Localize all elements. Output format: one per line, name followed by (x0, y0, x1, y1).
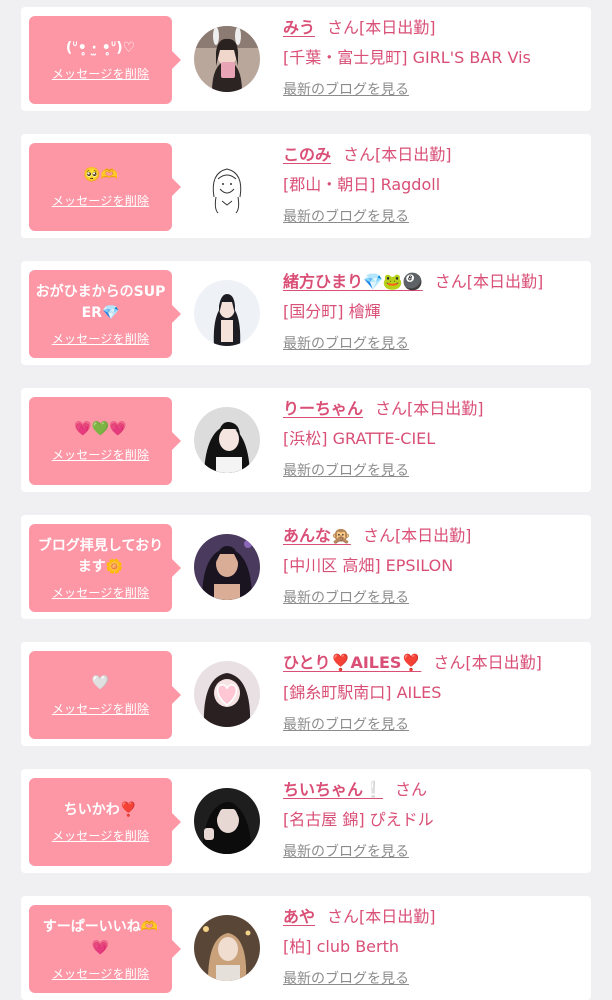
message-text: ブログ拝見しております🌼 (37, 537, 164, 575)
name-row: このみ さん[本日出勤] (283, 142, 583, 168)
delete-message-link[interactable]: メッセージを削除 (52, 584, 149, 601)
avatar-illustration-icon (194, 153, 260, 219)
shop-name: [錦糸町駅南口] AILES (283, 683, 442, 702)
avatar-photo-icon (194, 26, 260, 92)
message-card: ちいかわ❣️ メッセージを削除 ちいちゃん❕ さん [名古屋 錦] ぴえドル 最新… (21, 769, 591, 873)
cast-status: さん[本日出勤] (327, 18, 436, 37)
message-bubble: ブログ拝見しております🌼 メッセージを削除 (29, 524, 181, 612)
cast-info: ひとり❣️AILES❣️ さん[本日出勤] [錦糸町駅南口] AILES 最新のブ… (283, 650, 583, 736)
cast-name-link[interactable]: あや (283, 907, 315, 926)
name-row: ちいちゃん❕ さん (283, 777, 583, 803)
shop-name: [国分町] 檜輝 (283, 302, 381, 321)
cast-status: さん[本日出勤] (375, 399, 484, 418)
cast-info: このみ さん[本日出勤] [郡山・朝日] Ragdoll 最新のブログを見る (283, 142, 583, 228)
message-text: 🤍 (91, 675, 110, 691)
shop-name: [名古屋 錦] ぴえドル (283, 810, 434, 829)
name-row: 緒方ひまり💎🐸🎱 さん[本日出勤] (283, 269, 583, 295)
message-text: おがひまからのSUPER💎 (35, 283, 166, 321)
message-card: 💗💚💗 メッセージを削除 りーちゃん さん[本日出勤] [浜松] GRATTE-C… (21, 388, 591, 492)
name-row: ひとり❣️AILES❣️ さん[本日出勤] (283, 650, 583, 676)
cast-status: さん[本日出勤] (327, 907, 436, 926)
name-row: あや さん[本日出勤] (283, 904, 583, 930)
message-bubble: 💗💚💗 メッセージを削除 (29, 397, 181, 485)
message-text: すーぱーいいね🫶💗 (42, 918, 159, 956)
cast-info: あんな🙊 さん[本日出勤] [中川区 高畑] EPSILON 最新のブログを見る (283, 523, 583, 609)
delete-message-link[interactable]: メッセージを削除 (52, 330, 149, 347)
latest-blog-link[interactable]: 最新のブログを見る (283, 841, 409, 863)
avatar-photo-icon (194, 534, 260, 600)
avatar[interactable] (194, 788, 260, 854)
message-card: すーぱーいいね🫶💗 メッセージを削除 あや さん[本日出勤] [柏] club B… (21, 896, 591, 1000)
message-bubble: 🥺🫶 メッセージを削除 (29, 143, 181, 231)
avatar[interactable] (194, 915, 260, 981)
name-row: りーちゃん さん[本日出勤] (283, 396, 583, 422)
message-card: 🥺🫶 メッセージを削除 このみ さん[本日出勤] [郡山・朝日] Ragdoll … (21, 134, 591, 238)
avatar[interactable] (194, 534, 260, 600)
latest-blog-link[interactable]: 最新のブログを見る (283, 333, 409, 355)
latest-blog-link[interactable]: 最新のブログを見る (283, 968, 409, 990)
message-bubble: おがひまからのSUPER💎 メッセージを削除 (29, 270, 181, 358)
name-row: みう さん[本日出勤] (283, 15, 583, 41)
message-card: (ᐡ•̥ ·̫ •̥ᐡ)♡ メッセージを削除 みう さん[本日出勤] [千葉・富士… (21, 7, 591, 111)
delete-message-link[interactable]: メッセージを削除 (52, 700, 149, 717)
message-bubble: (ᐡ•̥ ·̫ •̥ᐡ)♡ メッセージを削除 (29, 16, 181, 104)
delete-message-link[interactable]: メッセージを削除 (52, 965, 149, 982)
message-bubble: ちいかわ❣️ メッセージを削除 (29, 778, 181, 866)
delete-message-link[interactable]: メッセージを削除 (52, 446, 149, 463)
avatar-photo-icon (194, 280, 260, 346)
latest-blog-link[interactable]: 最新のブログを見る (283, 79, 409, 101)
avatar[interactable] (194, 661, 260, 727)
cast-info: あや さん[本日出勤] [柏] club Berth 最新のブログを見る (283, 904, 583, 990)
avatar[interactable] (194, 26, 260, 92)
avatar[interactable] (194, 407, 260, 473)
avatar-photo-icon (194, 407, 260, 473)
message-text: ちいかわ❣️ (63, 802, 138, 818)
shop-name: [郡山・朝日] Ragdoll (283, 175, 441, 194)
delete-message-link[interactable]: メッセージを削除 (52, 65, 149, 82)
avatar[interactable] (194, 280, 260, 346)
cast-name-link[interactable]: このみ (283, 145, 331, 164)
message-text: 🥺🫶 (83, 167, 118, 183)
message-bubble: 🤍 メッセージを削除 (29, 651, 181, 739)
delete-message-link[interactable]: メッセージを削除 (52, 192, 149, 209)
avatar[interactable] (194, 153, 260, 219)
cast-info: りーちゃん さん[本日出勤] [浜松] GRATTE-CIEL 最新のブログを見る (283, 396, 583, 482)
shop-name: [柏] club Berth (283, 937, 400, 956)
shop-name: [千葉・富士見町] GIRL'S BAR Vis (283, 48, 531, 67)
cast-name-link[interactable]: りーちゃん (283, 399, 363, 418)
cast-status: さん (394, 780, 427, 799)
latest-blog-link[interactable]: 最新のブログを見る (283, 714, 409, 736)
cast-name-link[interactable]: みう (283, 18, 315, 37)
message-card: 🤍 メッセージを削除 ひとり❣️AILES❣️ さん[本日出勤] [錦糸町駅南口]… (21, 642, 591, 746)
message-text: (ᐡ•̥ ·̫ •̥ᐡ)♡ (65, 40, 136, 56)
shop-name: [中川区 高畑] EPSILON (283, 556, 454, 575)
cast-name-link[interactable]: ちいちゃん❕ (283, 780, 383, 799)
message-card: ブログ拝見しております🌼 メッセージを削除 あんな🙊 さん[本日出勤] [中川区 … (21, 515, 591, 619)
cast-status: さん[本日出勤] (433, 653, 542, 672)
shop-name: [浜松] GRATTE-CIEL (283, 429, 436, 448)
message-bubble: すーぱーいいね🫶💗 メッセージを削除 (29, 905, 181, 993)
latest-blog-link[interactable]: 最新のブログを見る (283, 587, 409, 609)
delete-message-link[interactable]: メッセージを削除 (52, 827, 149, 844)
cast-status: さん[本日出勤] (362, 526, 472, 545)
cast-info: ちいちゃん❕ さん [名古屋 錦] ぴえドル 最新のブログを見る (283, 777, 583, 863)
latest-blog-link[interactable]: 最新のブログを見る (283, 206, 409, 228)
cast-status: さん[本日出勤] (434, 272, 544, 291)
name-row: あんな🙊 さん[本日出勤] (283, 523, 583, 549)
message-text: 💗💚💗 (74, 421, 127, 437)
cast-status: さん[本日出勤] (343, 145, 452, 164)
cast-name-link[interactable]: ひとり❣️AILES❣️ (283, 653, 421, 672)
cast-info: 緒方ひまり💎🐸🎱 さん[本日出勤] [国分町] 檜輝 最新のブログを見る (283, 269, 583, 355)
avatar-photo-icon (194, 915, 260, 981)
avatar-photo-icon (194, 788, 260, 854)
latest-blog-link[interactable]: 最新のブログを見る (283, 460, 409, 482)
avatar-photo-icon (194, 661, 260, 727)
message-card: おがひまからのSUPER💎 メッセージを削除 緒方ひまり💎🐸🎱 さん[本日出勤] … (21, 261, 591, 365)
cast-name-link[interactable]: あんな🙊 (283, 526, 351, 545)
cast-info: みう さん[本日出勤] [千葉・富士見町] GIRL'S BAR Vis 最新のブ… (283, 15, 583, 101)
cast-name-link[interactable]: 緒方ひまり💎🐸🎱 (283, 272, 423, 291)
